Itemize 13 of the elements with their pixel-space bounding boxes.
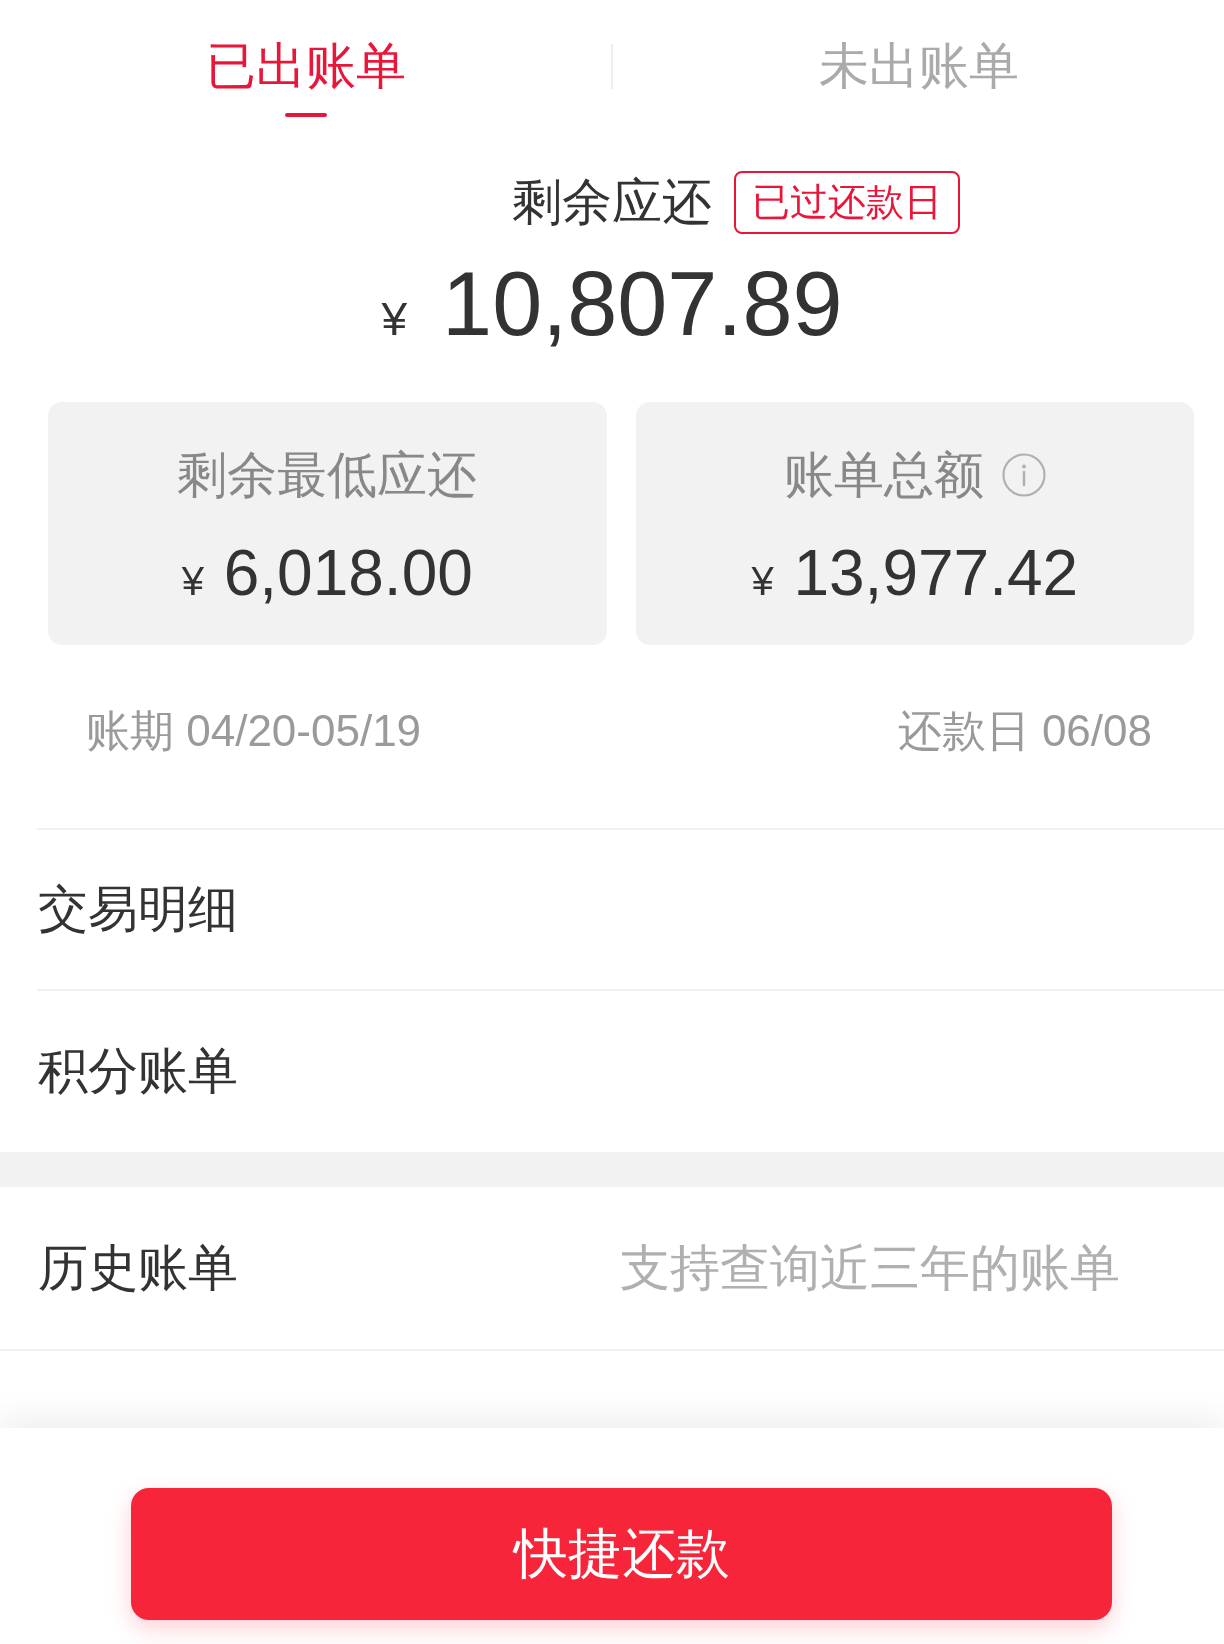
due-date-text: 还款日 06/08 [897,707,1152,755]
amount-text: ¥ 13,977.42 [751,538,1079,611]
status-badge: 已过还款日 [734,171,960,234]
card-label: 账单总额 [783,450,984,500]
info-icon[interactable] [1001,453,1046,497]
billing-period-text: 账期 04/20-05/19 [86,707,422,755]
hint-text: 支持查询近三年的账单 [620,1238,1120,1298]
amount-text: ¥ 6,018.00 [181,538,473,611]
balance-label: 剩余应还 [512,173,712,232]
tab[interactable]: 已出账单 [205,38,406,117]
pay-button[interactable]: 快捷还款 [131,1488,1112,1620]
card-label: 剩余最低应还 [177,450,478,500]
amount-text: ¥ 10,807.89 [381,254,843,354]
